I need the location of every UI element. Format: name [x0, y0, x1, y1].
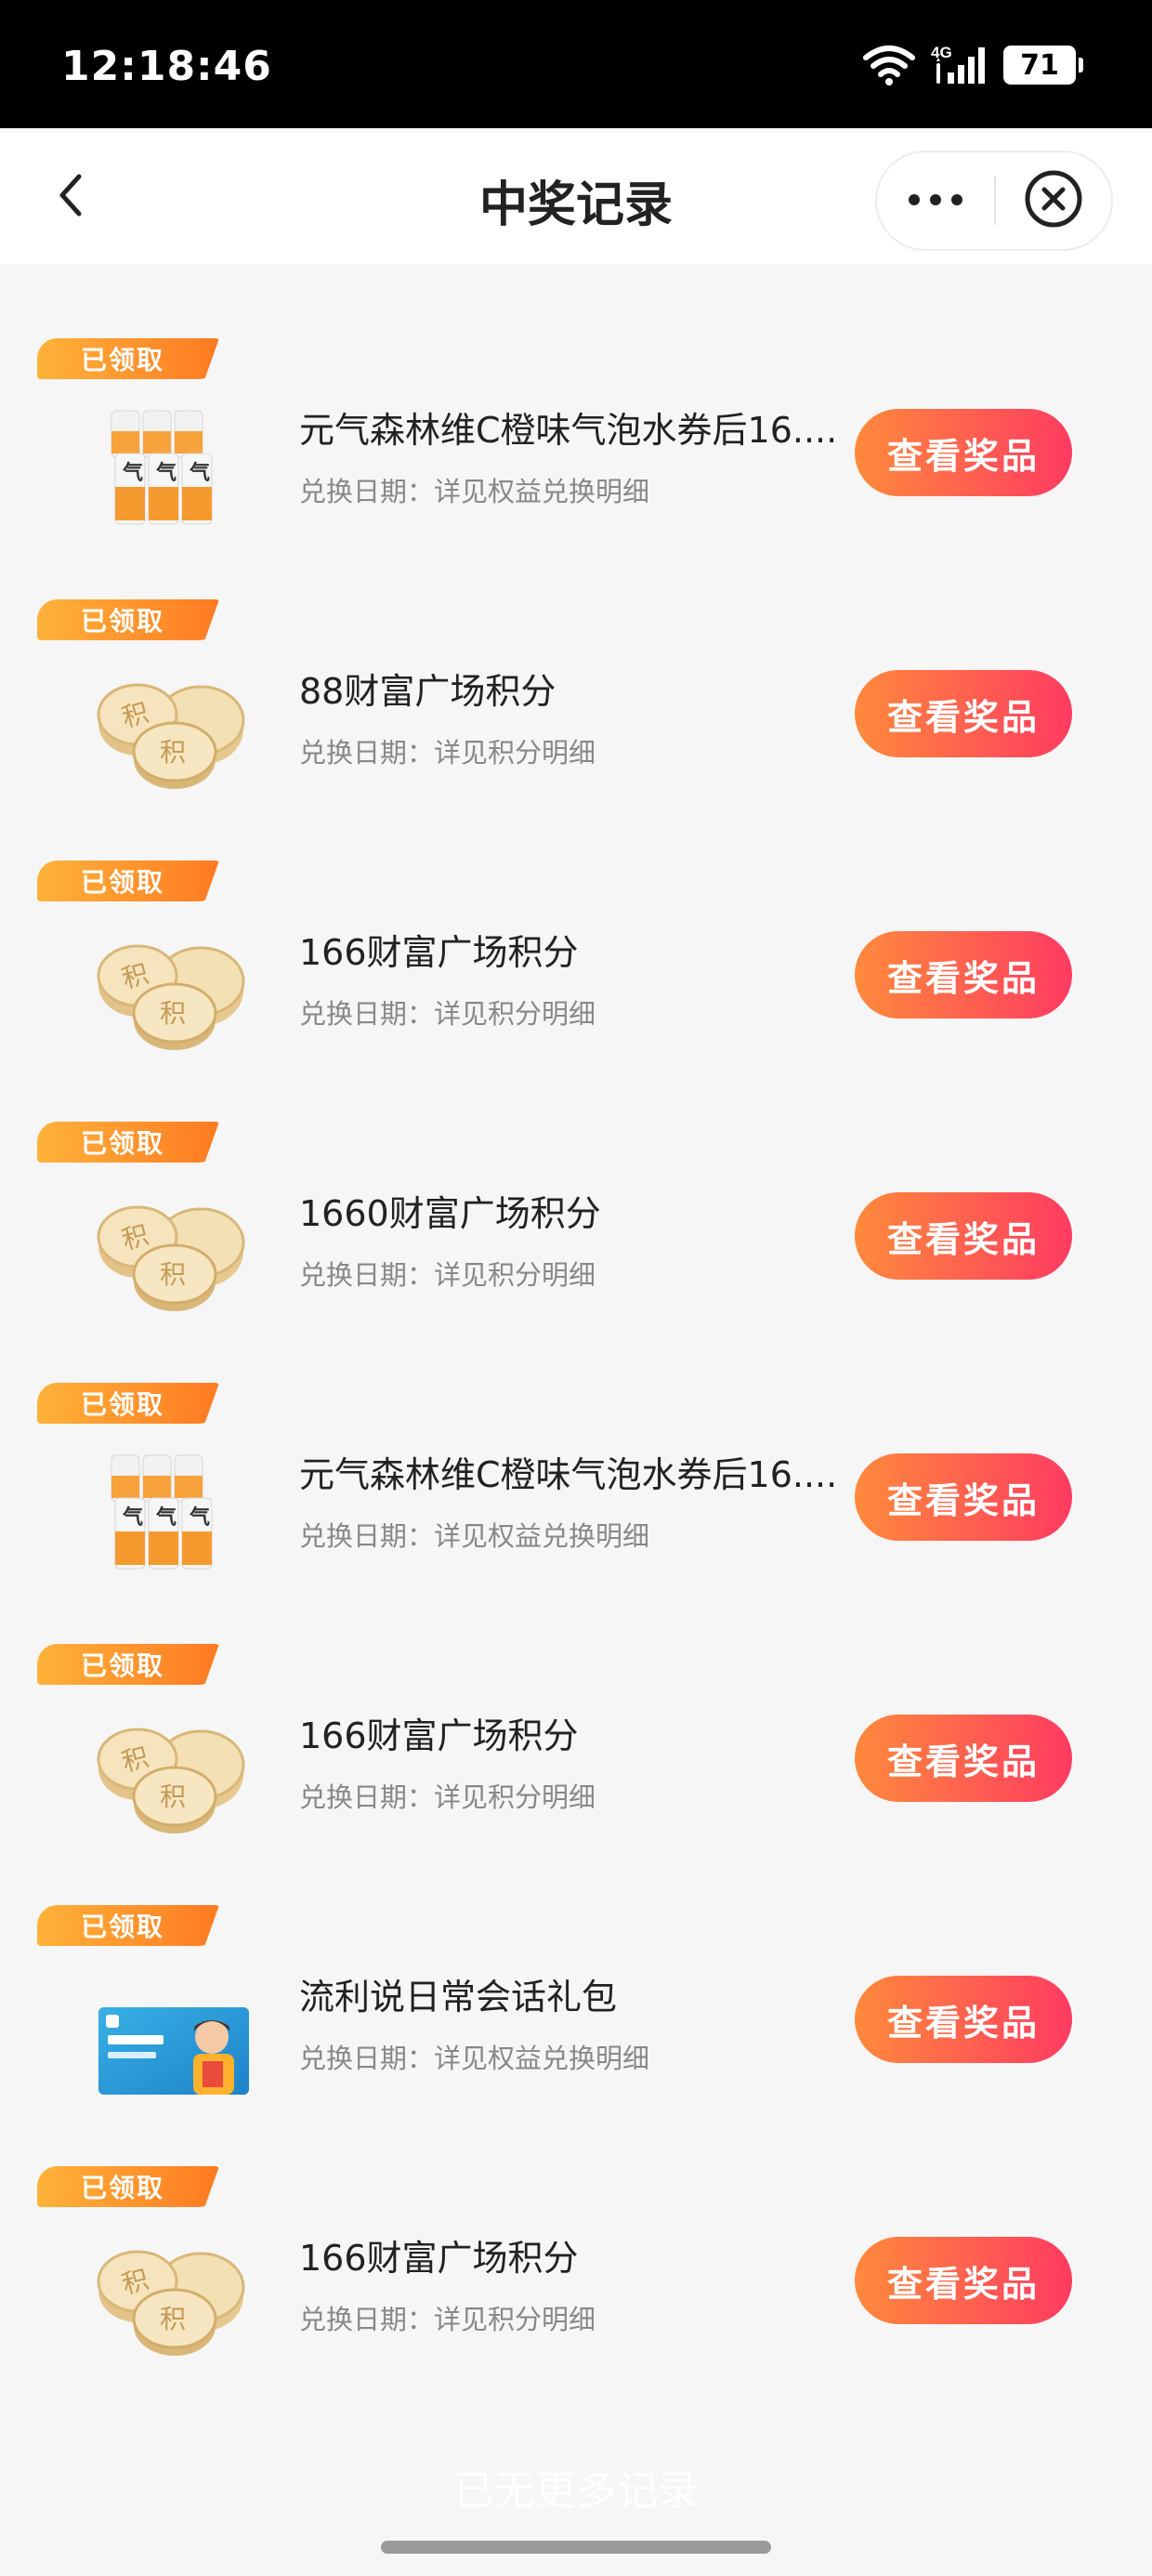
prize-title: 166财富广场积分	[299, 1715, 579, 1756]
record-item: 已领取 积 积 166财富广场积分 兑换日期：详见积分明细 查看奖品	[0, 1570, 1152, 1833]
more-button[interactable]	[877, 152, 994, 249]
more-dots-icon	[908, 192, 963, 210]
status-time: 12:18:46	[61, 43, 272, 90]
claimed-badge: 已领取	[37, 1644, 219, 1685]
record-item: 已领取 积 积 166财富广场积分 兑换日期：详见积分明细 查看奖品	[0, 2092, 1152, 2356]
no-more-records-text: 已无更多记录	[453, 2467, 699, 2515]
svg-text:积: 积	[160, 1781, 186, 1812]
claimed-badge: 已领取	[37, 1383, 219, 1424]
close-button[interactable]	[996, 152, 1111, 249]
nav-bar: 中奖记录	[0, 128, 1152, 264]
exchange-date: 兑换日期：详见积分明细	[299, 2304, 596, 2335]
signal-icon: 4G	[929, 43, 990, 87]
svg-text:气: 气	[189, 1505, 210, 1530]
claimed-badge: 已领取	[37, 1905, 219, 1946]
wifi-icon	[862, 45, 916, 85]
record-item: 已领取 积 积 1660财富广场积分 兑换日期：详见积分明细 查看奖品	[0, 1047, 1152, 1311]
drink-cans-image: 气 气 气	[91, 401, 258, 532]
svg-text:气: 气	[155, 461, 177, 485]
prize-title: 流利说日常会话礼包	[299, 1977, 618, 2017]
record-list: 已领取 气 气 气 元气森林维C橙味气泡水券后16.... 兑换日期：详见权益兑…	[0, 264, 1152, 2356]
battery-level: 71	[1020, 48, 1059, 82]
gold-coins-image: 积 积	[91, 924, 258, 1054]
claimed-badge: 已领取	[37, 2166, 219, 2207]
record-item: 已领取 积 积 88财富广场积分 兑换日期：详见积分明细 查看奖品	[0, 525, 1152, 789]
view-prize-button[interactable]: 查看奖品	[855, 1976, 1072, 2063]
gold-coins-image: 积 积	[91, 2229, 258, 2359]
prize-title: 88财富广场积分	[299, 671, 556, 712]
svg-text:积: 积	[160, 1259, 186, 1290]
exchange-date: 兑换日期：详见权益兑换明细	[299, 476, 650, 507]
gold-coins-image: 积 积	[91, 1185, 258, 1315]
view-prize-button[interactable]: 查看奖品	[855, 931, 1072, 1019]
view-prize-button[interactable]: 查看奖品	[855, 2237, 1072, 2324]
home-indicator[interactable]	[381, 2541, 771, 2554]
record-item: 已领取 气 气 气 元气森林维C橙味气泡水券后16.... 兑换日期：详见权益兑…	[0, 1308, 1152, 1570]
exchange-date: 兑换日期：详见积分明细	[299, 737, 596, 769]
drink-cans-image: 气 气 气	[91, 1446, 258, 1576]
english-course-card-image	[91, 1968, 258, 2098]
claimed-badge: 已领取	[37, 861, 219, 901]
svg-text:气: 气	[122, 1505, 143, 1530]
view-prize-button[interactable]: 查看奖品	[855, 1192, 1072, 1280]
battery-icon: 71	[1003, 46, 1083, 85]
view-prize-button[interactable]: 查看奖品	[855, 670, 1072, 757]
exchange-date: 兑换日期：详见积分明细	[299, 998, 596, 1030]
view-prize-button[interactable]: 查看奖品	[855, 1715, 1072, 1802]
gold-coins-image: 积 积	[91, 663, 258, 793]
prize-title: 1660财富广场积分	[299, 1193, 601, 1234]
svg-text:积: 积	[160, 737, 186, 768]
claimed-badge: 已领取	[37, 338, 219, 379]
svg-text:气: 气	[189, 461, 210, 485]
svg-text:气: 气	[122, 461, 143, 485]
record-item: 已领取 积 积 166财富广场积分 兑换日期：详见积分明细 查看奖品	[0, 786, 1152, 1050]
exchange-date: 兑换日期：详见积分明细	[299, 1259, 596, 1291]
status-bar: 12:18:46 4G 71	[0, 0, 1152, 128]
svg-text:积: 积	[160, 2304, 186, 2334]
record-item: 已领取 流利说日常会话礼包 兑换日期：详见权益兑换明细 查看奖品	[0, 1831, 1152, 2095]
claimed-badge: 已领取	[37, 599, 219, 640]
claimed-badge: 已领取	[37, 1122, 219, 1163]
status-icons: 4G 71	[862, 37, 1083, 93]
prize-title: 166财富广场积分	[299, 2238, 579, 2279]
exchange-date: 兑换日期：详见积分明细	[299, 1781, 596, 1813]
close-circle-icon	[1024, 169, 1083, 232]
network-type-label: 4G	[931, 44, 952, 61]
exchange-date: 兑换日期：详见权益兑换明细	[299, 1520, 650, 1552]
mini-program-capsule	[875, 151, 1113, 251]
view-prize-button[interactable]: 查看奖品	[855, 1453, 1072, 1541]
prize-title: 元气森林维C橙味气泡水券后16....	[299, 1454, 838, 1495]
svg-text:气: 气	[155, 1505, 177, 1530]
svg-text:积: 积	[160, 998, 186, 1029]
exchange-date: 兑换日期：详见权益兑换明细	[299, 2043, 650, 2074]
view-prize-button[interactable]: 查看奖品	[855, 409, 1072, 496]
prize-title: 166财富广场积分	[299, 932, 579, 973]
gold-coins-image: 积 积	[91, 1707, 258, 1837]
record-item: 已领取 气 气 气 元气森林维C橙味气泡水券后16.... 兑换日期：详见权益兑…	[0, 264, 1152, 525]
prize-title: 元气森林维C橙味气泡水券后16....	[299, 410, 838, 451]
